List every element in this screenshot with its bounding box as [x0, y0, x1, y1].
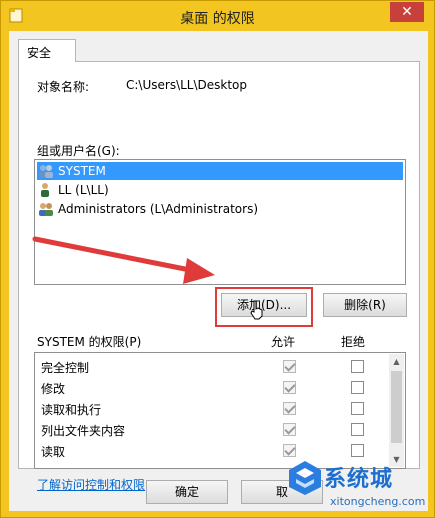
permission-name: 读取: [41, 445, 66, 459]
scroll-thumb[interactable]: [391, 371, 402, 443]
window-title: 桌面 的权限: [180, 11, 255, 27]
ok-button[interactable]: 确定: [146, 480, 228, 504]
permissions-dialog: 桌面 的权限 ✕ 安全 对象名称: C:\Users\LL\Desktop 组或…: [0, 0, 435, 518]
permission-row-modify: 修改: [41, 378, 381, 399]
permission-name: 列出文件夹内容: [41, 424, 126, 438]
logo-icon: [289, 461, 321, 495]
hand-cursor-icon: [250, 300, 263, 320]
permission-name: 读取和执行: [41, 403, 102, 417]
permission-row-read-execute: 读取和执行: [41, 399, 381, 420]
close-button[interactable]: ✕: [390, 2, 424, 22]
dialog-body: 安全 对象名称: C:\Users\LL\Desktop 组或用户名(G): S…: [9, 31, 428, 511]
permissions-list: 完全控制 修改 读取和执行 列出文件夹内容 读取 ▲ ▼: [34, 352, 406, 469]
deny-checkbox[interactable]: [351, 381, 364, 394]
watermark-text: 系统城: [324, 467, 394, 492]
deny-checkbox[interactable]: [351, 360, 364, 373]
add-button[interactable]: 添加(D)...: [221, 293, 307, 317]
permission-row-list-folder: 列出文件夹内容: [41, 420, 381, 441]
watermark: 系统城 xitongcheng.com: [282, 455, 432, 517]
allow-checkbox[interactable]: [283, 402, 296, 415]
deny-header: 拒绝: [341, 335, 366, 349]
annotation-arrow: [32, 236, 215, 284]
permission-name: 修改: [41, 382, 66, 396]
tab-security[interactable]: 安全: [18, 39, 76, 62]
deny-checkbox[interactable]: [351, 423, 364, 436]
permission-name: 完全控制: [41, 361, 90, 375]
remove-button[interactable]: 删除(R): [323, 293, 407, 317]
allow-header: 允许: [271, 335, 296, 349]
allow-checkbox[interactable]: [283, 360, 296, 373]
scroll-up-icon[interactable]: ▲: [389, 354, 404, 369]
permissions-label: SYSTEM 的权限(P): [37, 335, 142, 349]
deny-checkbox[interactable]: [351, 402, 364, 415]
allow-checkbox[interactable]: [283, 423, 296, 436]
permission-row-full-control: 完全控制: [41, 357, 381, 378]
title-bar[interactable]: 桌面 的权限 ✕: [1, 1, 434, 31]
permissions-scrollbar[interactable]: ▲ ▼: [389, 354, 404, 467]
watermark-url: xitongcheng.com: [330, 495, 426, 508]
security-panel: 对象名称: C:\Users\LL\Desktop 组或用户名(G): SYST…: [18, 61, 420, 492]
allow-checkbox[interactable]: [283, 381, 296, 394]
learn-access-control-link[interactable]: 了解访问控制和权限: [37, 476, 145, 493]
